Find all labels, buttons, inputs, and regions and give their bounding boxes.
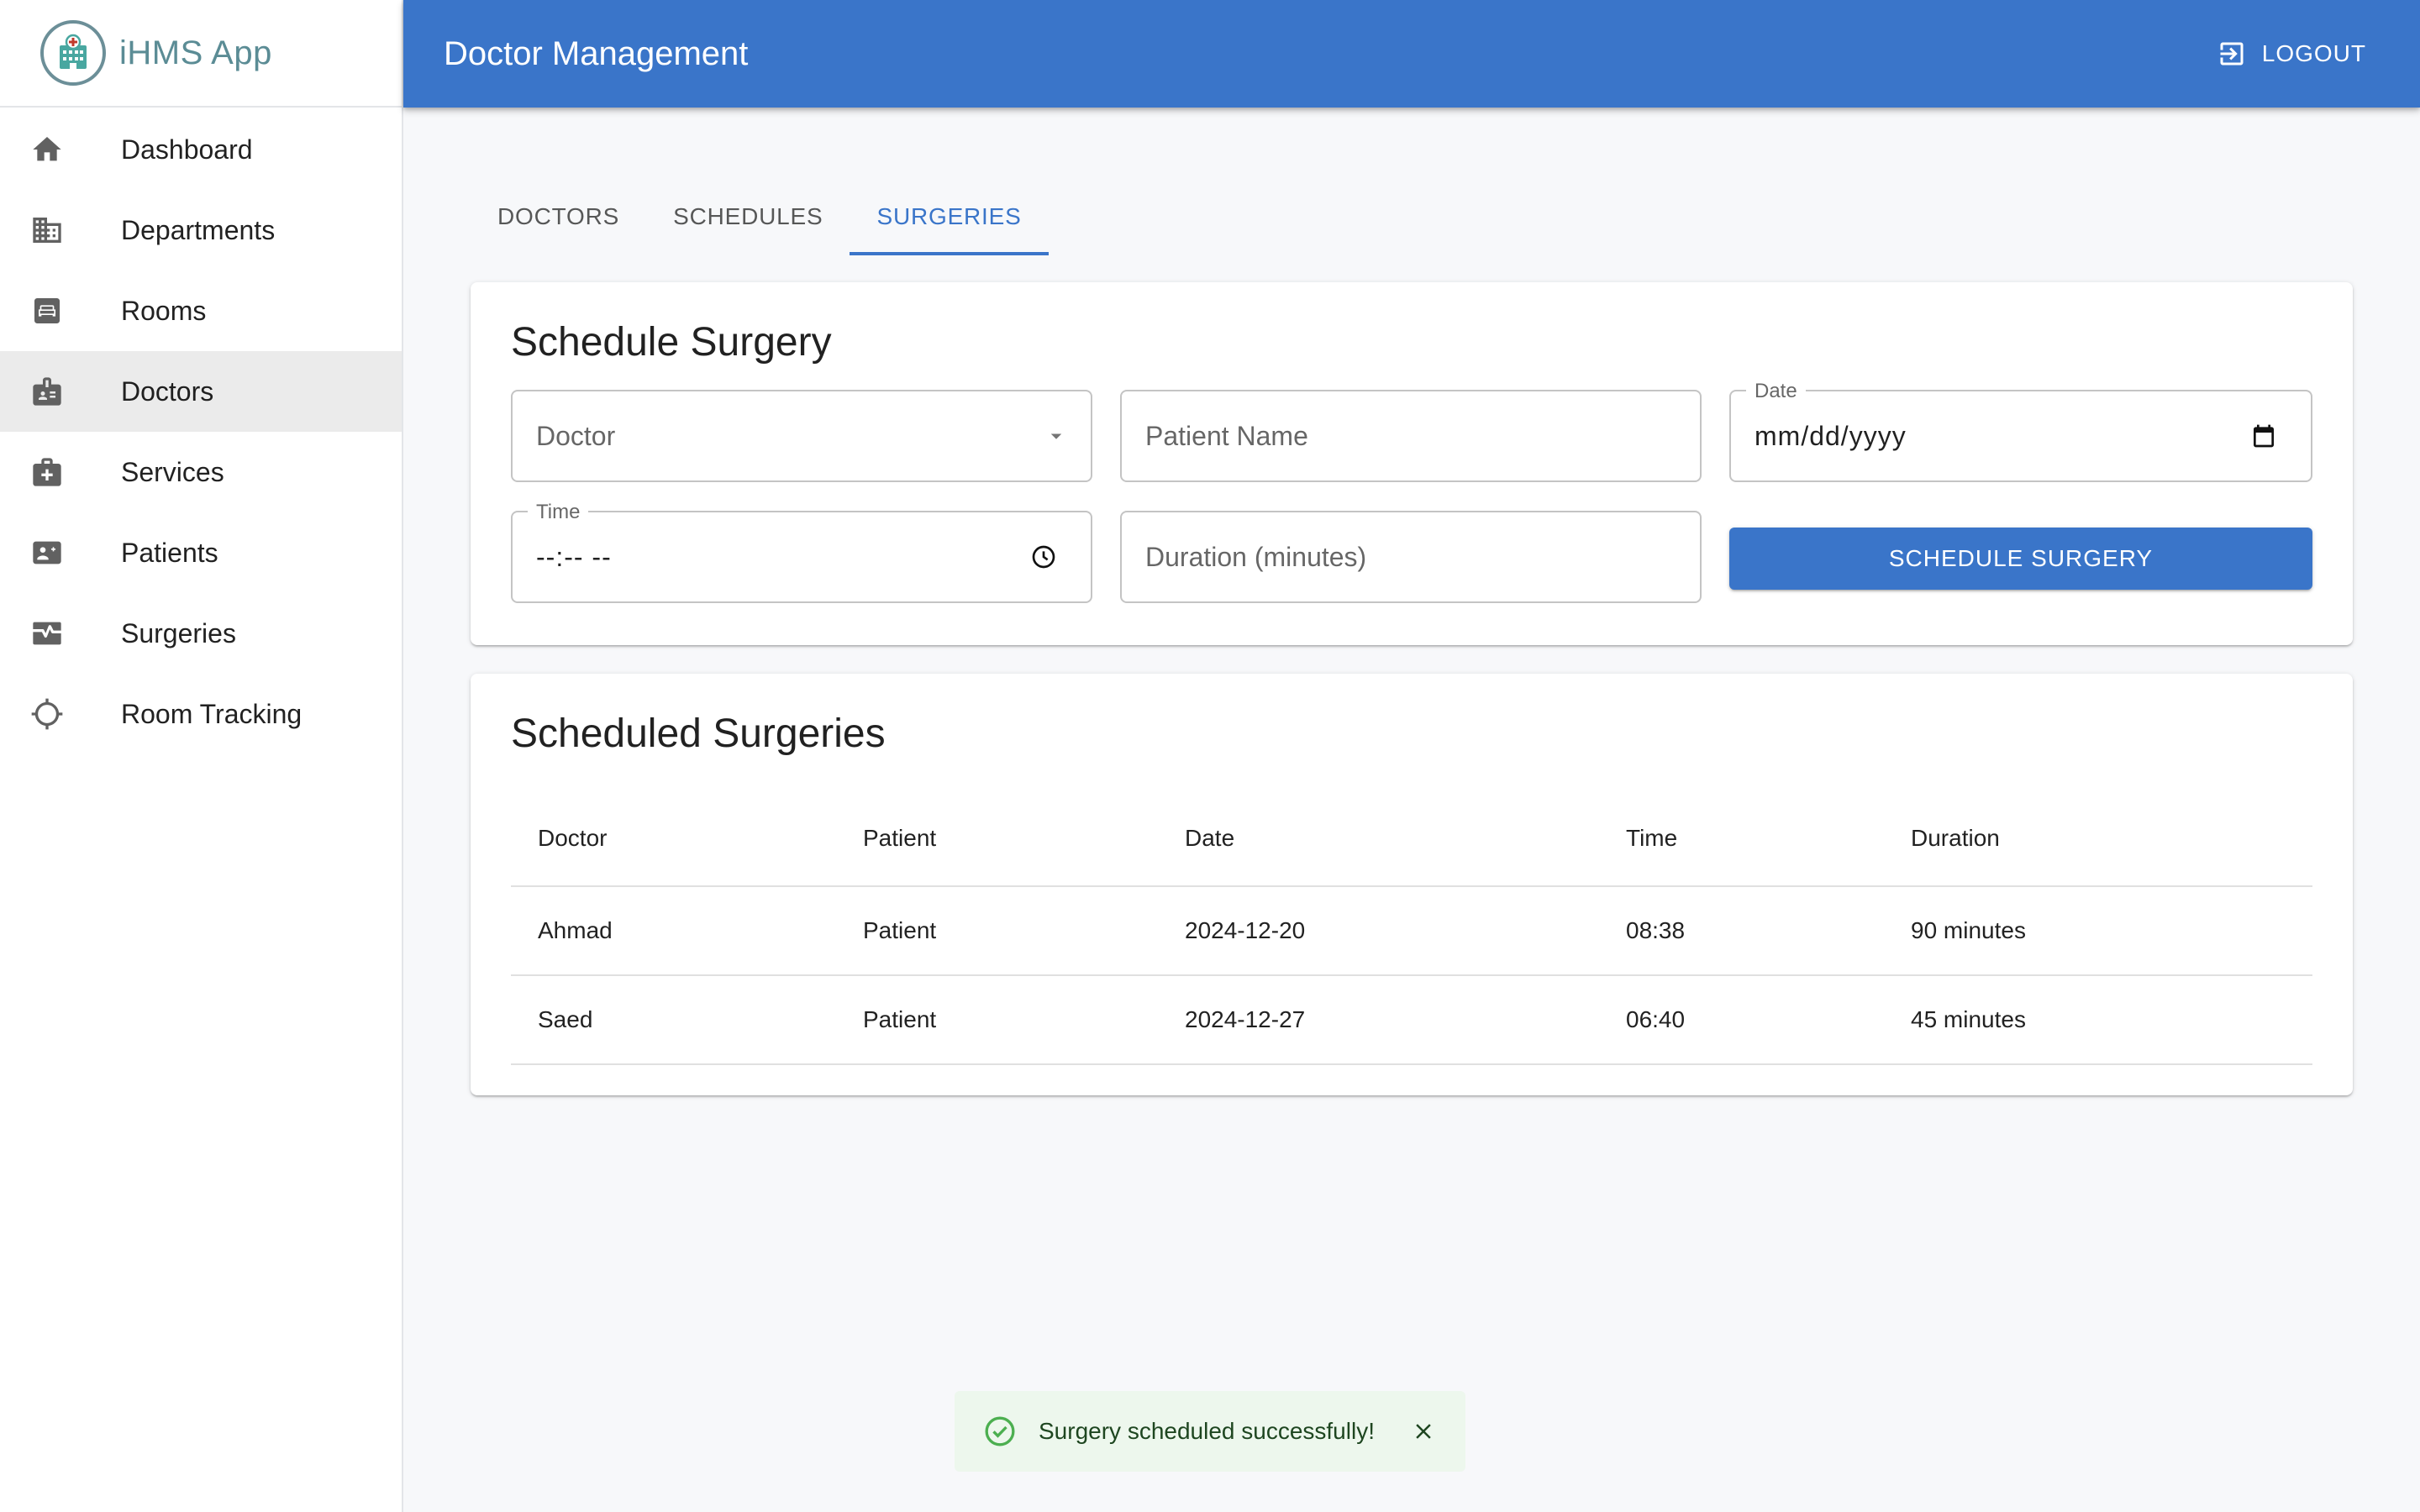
time-input[interactable]: Time --:-- -- (511, 501, 1092, 603)
page-title: Doctor Management (444, 34, 749, 72)
date-input[interactable]: Date mm/dd/yyyy (1729, 380, 2312, 482)
sidebar-item-doctors[interactable]: Doctors (0, 351, 402, 432)
medical-kit-icon (29, 454, 66, 491)
logout-label: LOGOUT (2261, 40, 2366, 66)
table-title: Scheduled Surgeries (511, 711, 886, 756)
duration-placeholder: Duration (minutes) (1145, 541, 1367, 572)
surgeries-table: Doctor Patient Date Time Duration Ahmad … (511, 791, 2312, 1065)
sidebar-item-dashboard[interactable]: Dashboard (0, 109, 402, 190)
monitor-heart-icon (29, 615, 66, 652)
schedule-surgery-card: Schedule Surgery Doctor Patient Name Dat… (471, 282, 2353, 645)
sidebar-item-rooms[interactable]: Rooms (0, 270, 402, 351)
sidebar-item-label: Patients (121, 537, 218, 568)
sidebar-item-label: Rooms (121, 295, 207, 326)
sidebar-item-label: Doctors (121, 375, 214, 407)
form-title: Schedule Surgery (511, 320, 832, 365)
sidebar-item-surgeries[interactable]: Surgeries (0, 593, 402, 674)
cell-date: 2024-12-27 (1185, 1006, 1306, 1032)
patient-name-input[interactable]: Patient Name (1120, 390, 1702, 482)
logout-button[interactable]: LOGOUT (2217, 29, 2366, 79)
close-icon[interactable] (1407, 1415, 1440, 1448)
column-header-patient: Patient (863, 825, 937, 851)
cell-patient: Patient (863, 1006, 937, 1032)
table-header-row: Doctor Patient Date Time Duration (511, 791, 2312, 887)
sidebar-item-label: Departments (121, 214, 276, 245)
cell-time: 06:40 (1626, 1006, 1686, 1032)
badge-icon (29, 373, 66, 410)
snackbar-message: Surgery scheduled successfully! (1039, 1418, 1375, 1444)
tab-bar: DOCTORS SCHEDULES SURGERIES (471, 178, 1049, 255)
sidebar-item-label: Services (121, 456, 224, 487)
sidebar-item-room-tracking[interactable]: Room Tracking (0, 674, 402, 754)
cell-doctor: Ahmad (538, 917, 613, 943)
doctor-select-placeholder: Doctor (536, 420, 616, 451)
schedule-surgery-button[interactable]: SCHEDULE SURGERY (1729, 528, 2312, 590)
date-value: mm/dd/yyyy (1754, 420, 1907, 451)
calendar-icon[interactable] (2250, 391, 2277, 480)
doctor-select[interactable]: Doctor (511, 390, 1092, 482)
sidebar-item-label: Dashboard (121, 134, 253, 165)
tab-doctors[interactable]: DOCTORS (471, 178, 646, 255)
sidebar-item-services[interactable]: Services (0, 432, 402, 512)
sidebar-item-label: Room Tracking (121, 698, 302, 729)
cell-duration: 45 minutes (1911, 1006, 2026, 1032)
sidebar: iHMS App Dashboard Departments Rooms Doc… (0, 0, 403, 1512)
column-header-time: Time (1626, 825, 1678, 851)
duration-input[interactable]: Duration (minutes) (1120, 511, 1702, 603)
column-header-doctor: Doctor (538, 825, 608, 851)
patient-name-placeholder: Patient Name (1145, 420, 1308, 451)
cell-patient: Patient (863, 917, 937, 943)
hospital-logo-icon (40, 20, 106, 86)
crosshair-icon (29, 696, 66, 732)
brand[interactable]: iHMS App (0, 0, 402, 108)
column-header-date: Date (1185, 825, 1235, 851)
sidebar-item-departments[interactable]: Departments (0, 190, 402, 270)
sidebar-item-label: Surgeries (121, 617, 236, 648)
tab-schedules[interactable]: SCHEDULES (646, 178, 850, 255)
column-header-duration: Duration (1911, 825, 2000, 851)
logout-icon (2217, 39, 2247, 69)
cell-doctor: Saed (538, 1006, 593, 1032)
time-value: --:-- -- (536, 541, 612, 572)
check-circle-icon (983, 1415, 1017, 1448)
building-icon (29, 212, 66, 249)
chevron-down-icon (1044, 391, 1069, 480)
cell-duration: 90 minutes (1911, 917, 2026, 943)
home-icon (29, 131, 66, 168)
patient-card-icon (29, 534, 66, 571)
sidebar-nav: Dashboard Departments Rooms Doctors Serv… (0, 108, 402, 754)
sidebar-item-patients[interactable]: Patients (0, 512, 402, 593)
cell-date: 2024-12-20 (1185, 917, 1306, 943)
tab-surgeries[interactable]: SURGERIES (850, 178, 1049, 255)
table-row: Saed Patient 2024-12-27 06:40 45 minutes (511, 976, 2312, 1065)
table-row: Ahmad Patient 2024-12-20 08:38 90 minute… (511, 887, 2312, 976)
brand-name: iHMS App (119, 34, 272, 71)
cell-time: 08:38 (1626, 917, 1686, 943)
app-bar: Doctor Management LOGOUT (403, 0, 2420, 108)
scheduled-surgeries-card: Scheduled Surgeries Doctor Patient Date … (471, 674, 2353, 1095)
success-snackbar: Surgery scheduled successfully! (955, 1391, 1465, 1472)
clock-icon[interactable] (1030, 512, 1057, 601)
bed-icon (29, 292, 66, 329)
